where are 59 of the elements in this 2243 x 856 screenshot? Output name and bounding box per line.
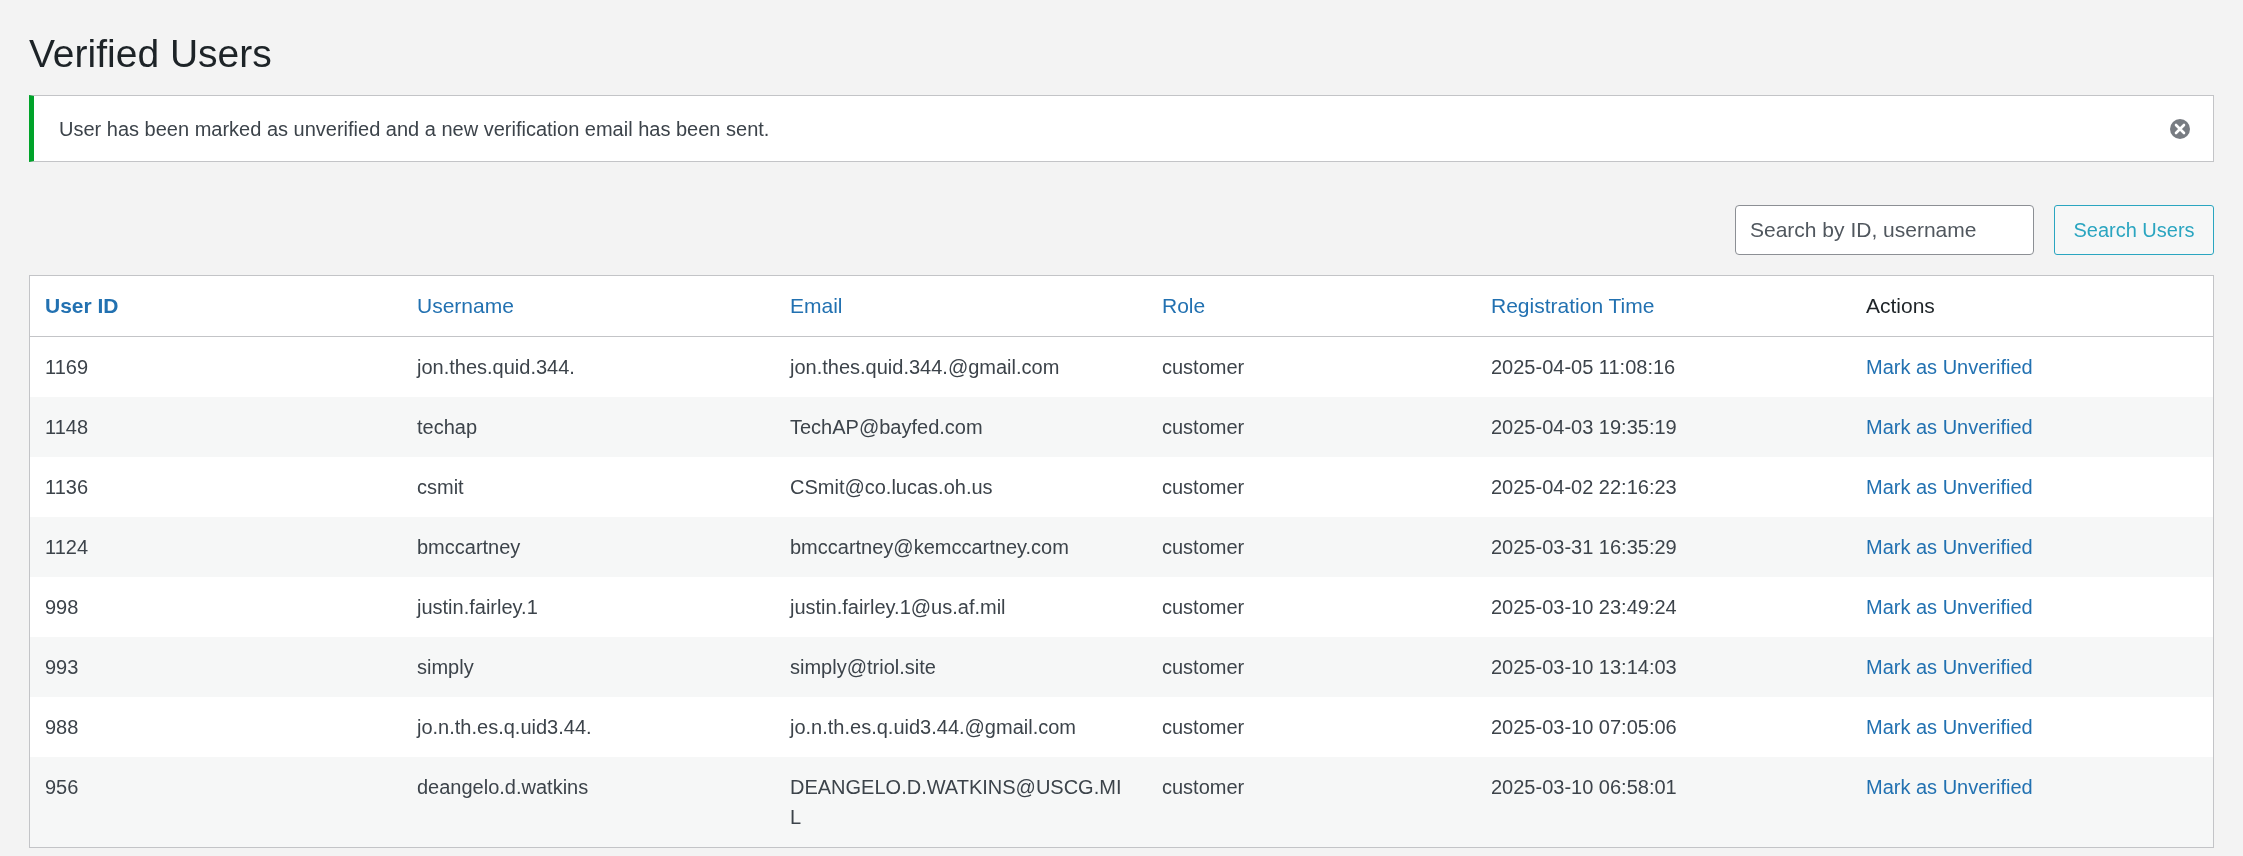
email-cell-text: TechAP@bayfed.com (790, 415, 983, 440)
user-id-cell-text: 1124 (45, 535, 88, 560)
email-cell-text: bmccartney@kemccartney.com (790, 535, 1069, 560)
mark-unverified-link[interactable]: Mark as Unverified (1866, 472, 2033, 502)
column-header-link[interactable]: User ID (45, 290, 119, 322)
email-cell-text: jo.n.th.es.q.uid3.44.@gmail.com (790, 715, 1076, 740)
username-cell-text: simply (417, 655, 474, 680)
mark-unverified-link[interactable]: Mark as Unverified (1866, 772, 2033, 802)
user-id-cell-text: 1148 (45, 415, 88, 440)
email-cell-text: DEANGELO.D.WATKINS@USCG.MIL (790, 775, 1123, 830)
username-cell-text: bmccartney (417, 535, 521, 560)
email-cell-text: jon.thes.quid.344.@gmail.com (790, 355, 1060, 380)
user-id-cell-text: 1136 (45, 475, 88, 500)
notice-message: User has been marked as unverified and a new verification email has been sent. (59, 116, 770, 142)
role-cell-text: customer (1162, 355, 1245, 380)
email-cell-text: simply@triol.site (790, 655, 936, 680)
user-id-cell-text: 998 (45, 595, 79, 620)
user-id-cell-text: 988 (45, 715, 79, 740)
search-field[interactable]: Search by ID, username (1735, 205, 2034, 255)
role-cell-text: customer (1162, 535, 1245, 560)
registration-time-cell-text: 2025-03-31 16:35:29 (1491, 535, 1677, 560)
username-cell-text: jon.thes.quid.344. (417, 355, 575, 380)
role-cell-text: customer (1162, 475, 1245, 500)
column-header-link[interactable]: Role (1162, 290, 1206, 322)
email-cell-text: justin.fairley.1@us.af.mil (790, 595, 1006, 620)
mark-unverified-link[interactable]: Mark as Unverified (1866, 532, 2033, 562)
username-cell-text: csmit (417, 475, 464, 500)
role-cell-text: customer (1162, 655, 1245, 680)
role-cell-text: customer (1162, 715, 1245, 740)
column-header-link[interactable]: Username (417, 290, 514, 322)
mark-unverified-link[interactable]: Mark as Unverified (1866, 352, 2033, 382)
role-cell-text: customer (1162, 775, 1245, 800)
page-title: Verified Users (29, 31, 273, 77)
username-cell-text: jo.n.th.es.q.uid3.44. (417, 715, 592, 740)
registration-time-cell-text: 2025-03-10 07:05:06 (1491, 715, 1677, 740)
email-cell-text: CSmit@co.lucas.oh.us (790, 475, 993, 500)
username-cell-text: justin.fairley.1 (417, 595, 538, 620)
close-icon[interactable] (2169, 117, 2191, 140)
column-header: Actions (1866, 293, 1935, 320)
user-id-cell-text: 993 (45, 655, 79, 680)
registration-time-cell-text: 2025-03-10 13:14:03 (1491, 655, 1677, 680)
registration-time-cell-text: 2025-03-10 23:49:24 (1491, 595, 1677, 620)
username-cell-text: deangelo.d.watkins (417, 775, 589, 800)
column-header-link[interactable]: Registration Time (1491, 290, 1655, 322)
registration-time-cell-text: 2025-04-02 22:16:23 (1491, 475, 1677, 500)
mark-unverified-link[interactable]: Mark as Unverified (1866, 652, 2033, 682)
role-cell-text: customer (1162, 595, 1245, 620)
role-cell-text: customer (1162, 415, 1245, 440)
column-header-link[interactable]: Email (790, 290, 843, 322)
mark-unverified-link[interactable]: Mark as Unverified (1866, 712, 2033, 742)
username-cell-text: techap (417, 415, 478, 440)
mark-unverified-link[interactable]: Mark as Unverified (1866, 412, 2033, 442)
mark-unverified-link[interactable]: Mark as Unverified (1866, 592, 2033, 622)
search-users-button[interactable]: Search Users (2054, 205, 2214, 255)
registration-time-cell-text: 2025-04-05 11:08:16 (1491, 355, 1676, 380)
user-id-cell-text: 1169 (45, 355, 88, 380)
registration-time-cell-text: 2025-03-10 06:58:01 (1491, 775, 1677, 800)
user-id-cell-text: 956 (45, 775, 79, 800)
registration-time-cell-text: 2025-04-03 19:35:19 (1491, 415, 1677, 440)
